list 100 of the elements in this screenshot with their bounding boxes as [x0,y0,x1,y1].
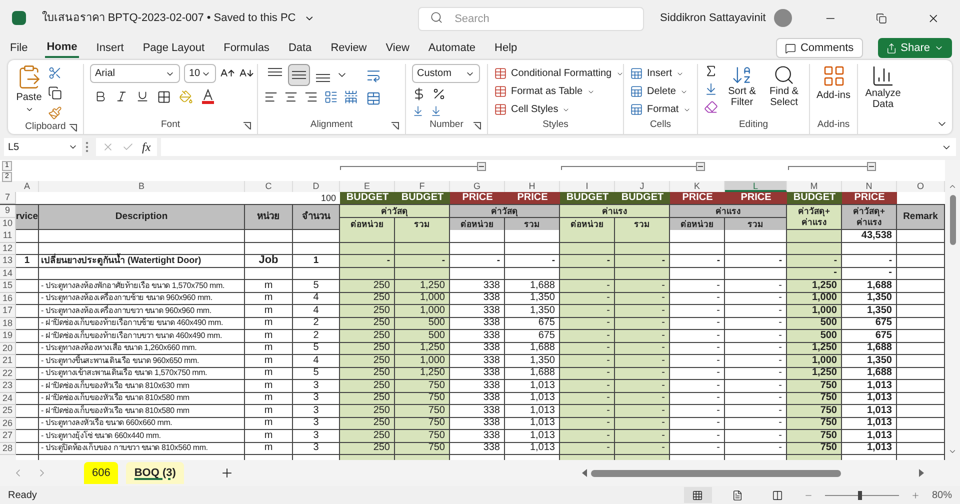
cell-text: 5 [313,280,319,291]
font-color-icon[interactable] [201,89,215,104]
sheet-tab[interactable]: BOQ (3) [126,462,184,484]
styles-menu-button[interactable]: Format as Table [494,84,624,99]
dialog-launcher-icon[interactable] [69,124,77,132]
scroll-thumb[interactable] [591,470,841,476]
search-field[interactable]: Search [418,7,644,31]
menu-tab[interactable]: Data [286,38,314,58]
menu-tab[interactable]: Page Layout [140,38,207,58]
name-box[interactable]: L5 [4,138,82,156]
decrease-decimal-icon[interactable] [430,105,442,117]
column-header[interactable]: L [725,181,787,192]
column-header[interactable]: D [293,181,340,192]
column-header[interactable]: N [842,181,897,192]
menu-tab[interactable]: Help [492,38,520,58]
font-size-field[interactable]: 10 [184,64,216,83]
cell-text: - ประตูทางลงห้องเครื่องกาบซ้าย ขนาด 960x960 mm. [41,294,212,302]
menu-tab[interactable]: Review [328,38,369,58]
collapse-button[interactable] [867,162,876,171]
paste-button[interactable]: Paste [14,64,44,120]
zoom-thumb[interactable] [858,490,862,500]
cells-menu-button[interactable]: Format [630,102,691,117]
menu-tab[interactable]: Insert [94,38,126,58]
cells-menu-button[interactable]: Delete [630,84,691,99]
decrease-indent-icon[interactable] [324,90,338,104]
group-label: Clipboard [25,120,66,134]
menu-tab[interactable]: File [8,38,30,58]
column-header[interactable]: G [450,181,505,192]
column-header[interactable]: J [615,181,670,192]
menu-tab[interactable]: Home [44,38,80,58]
restore-icon[interactable] [876,12,888,24]
view-button[interactable] [684,487,712,503]
align-right-icon[interactable] [304,90,318,104]
column-header[interactable]: B [39,181,245,192]
fill-icon[interactable] [704,82,718,96]
comments-button[interactable]: Comments [776,38,863,58]
cell-text: - [606,368,610,378]
currency-icon[interactable] [412,87,426,101]
share-button[interactable]: Share [878,38,952,58]
menu-tab[interactable]: Formulas [222,38,272,58]
search-icon [430,11,443,24]
column-header[interactable]: E [340,181,395,192]
bold-icon[interactable] [94,90,107,103]
column-header[interactable]: H [505,181,560,192]
cell-text: - [606,318,610,328]
percent-icon[interactable] [432,87,446,101]
analyze-data-button[interactable]: Analyze Data [864,64,902,110]
sort-filter-button[interactable]: Sort & Filter [724,64,760,118]
styles-menu-button[interactable]: Conditional Formatting [494,66,624,81]
cell-text: 1,013 [866,393,892,404]
dialog-launcher-icon[interactable] [391,122,399,130]
find-select-button[interactable]: Find & Select [766,64,802,118]
wrap-text-icon[interactable] [366,68,381,83]
scroll-down-icon[interactable] [948,447,957,456]
scroll-thumb[interactable] [950,195,956,245]
formula-field[interactable] [160,138,956,156]
styles-menu-button[interactable]: Cell Styles [494,102,624,117]
copy-icon[interactable] [48,86,62,100]
format-painter-icon[interactable] [48,106,62,120]
merge-cells-icon[interactable] [366,91,381,106]
increase-decimal-icon[interactable] [412,105,424,117]
cell-text: - [386,256,390,266]
cell-text: 1,013 [530,443,555,454]
sheet-tab[interactable]: 606 [84,462,118,484]
cut-icon[interactable] [48,66,62,80]
collapse-button[interactable] [696,162,705,171]
add-sheet-icon[interactable] [220,466,234,480]
align-left-icon[interactable] [264,90,278,104]
menu-tab[interactable]: Automate [426,38,478,58]
column-header[interactable]: O [897,181,945,192]
cells-menu-button[interactable]: Insert [630,66,691,81]
add-ins-button[interactable]: Add-ins [816,64,851,118]
autosum-icon[interactable] [704,64,718,78]
menu-tab[interactable]: View [384,38,412,58]
scroll-up-icon[interactable] [948,182,957,191]
column-header[interactable]: M [787,181,842,192]
scroll-right-icon[interactable] [919,469,924,477]
dialog-launcher-icon[interactable] [243,122,251,130]
function-label[interactable]: fx [142,138,151,156]
column-header[interactable]: I [560,181,615,192]
align-center-icon[interactable] [284,90,298,104]
column-header[interactable]: A [16,181,39,192]
cell-text: m [264,430,273,441]
number-format-field[interactable]: Custom [412,64,480,83]
column-header[interactable]: F [395,181,450,192]
italic-icon[interactable] [115,90,128,103]
eraser-icon[interactable] [704,100,718,114]
borders-icon[interactable] [157,90,171,104]
dialog-launcher-icon[interactable] [473,122,481,130]
fill-color-icon[interactable] [179,90,193,104]
collapse-button[interactable] [477,162,486,171]
scroll-left-icon[interactable] [582,469,587,477]
cell-text: 250 [373,343,390,354]
column-header[interactable]: C [245,181,293,192]
cell-text: m [264,356,273,366]
vertical-align-button[interactable] [288,64,310,86]
font-name-field[interactable]: Arial [90,64,180,83]
underline-icon[interactable] [136,90,149,103]
column-header[interactable]: K [670,181,725,192]
increase-indent-icon[interactable] [344,90,358,104]
